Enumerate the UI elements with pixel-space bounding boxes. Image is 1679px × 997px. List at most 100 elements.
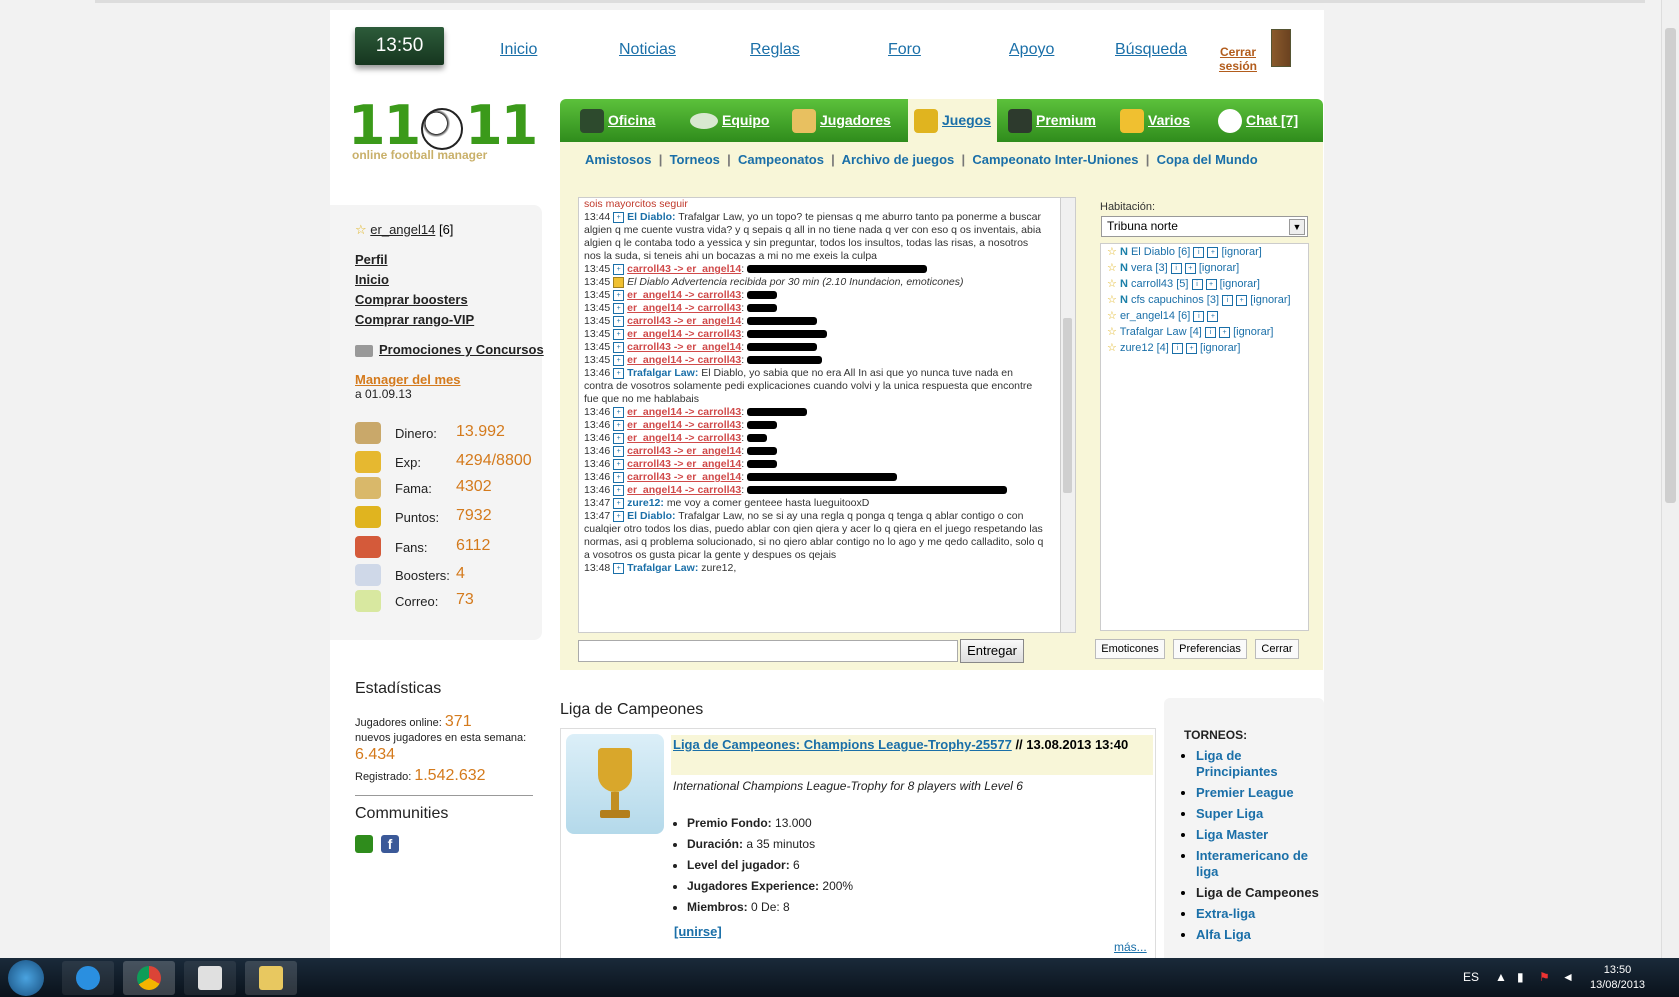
ignore-link[interactable]: [ignorar]: [1200, 342, 1240, 354]
chat-user[interactable]: Trafalgar Law:: [627, 562, 698, 574]
chat-user[interactable]: El Diablo:: [627, 510, 675, 522]
sidebar-perfil[interactable]: Perfil: [355, 252, 388, 267]
flag-icon[interactable]: ⚑: [1539, 970, 1550, 984]
private-message-link[interactable]: er_angel14 -> carroll43: [627, 406, 741, 418]
expand-icon[interactable]: +: [613, 302, 625, 314]
chat-scrollbar[interactable]: [1060, 197, 1076, 633]
more-link[interactable]: más...: [1114, 940, 1147, 954]
torneo-link[interactable]: Extra-liga: [1196, 906, 1255, 921]
main-nav-juegos[interactable]: Juegos: [908, 99, 998, 142]
torneo-item[interactable]: Super Liga: [1196, 806, 1326, 822]
facebook-icon[interactable]: f: [381, 835, 399, 853]
chat-user-name[interactable]: El Diablo [6]: [1131, 246, 1190, 258]
expand-icon[interactable]: +: [613, 406, 625, 418]
main-nav-varios[interactable]: Varios: [1120, 99, 1190, 142]
language-indicator[interactable]: ES: [1463, 970, 1479, 984]
chevron-down-icon[interactable]: ▼: [1289, 219, 1305, 235]
send-button[interactable]: Entregar: [960, 639, 1024, 663]
expand-icon[interactable]: +: [613, 471, 625, 483]
expand-icon[interactable]: +: [613, 328, 625, 340]
chat-user-name[interactable]: zure12 [4]: [1120, 342, 1169, 354]
chat-user-name[interactable]: cfs capuchinos [3]: [1131, 294, 1219, 306]
expand-icon[interactable]: +: [613, 367, 625, 379]
sub-nav-archivo[interactable]: Archivo de juegos: [842, 152, 955, 167]
main-nav-jugadores[interactable]: Jugadores: [792, 99, 891, 142]
start-button-icon[interactable]: [8, 960, 44, 996]
message-icon[interactable]: +: [1207, 310, 1219, 322]
expand-icon[interactable]: +: [613, 341, 625, 353]
torneo-link[interactable]: Liga de Principiantes: [1196, 748, 1278, 779]
sub-nav-inter-uniones[interactable]: Campeonato Inter-Uniones: [972, 152, 1138, 167]
message-icon[interactable]: +: [1236, 294, 1248, 306]
main-nav-chat[interactable]: Chat [7]: [1218, 99, 1298, 142]
private-message-link[interactable]: er_angel14 -> carroll43: [627, 419, 741, 431]
private-message-link[interactable]: carroll43 -> er_angel14: [627, 263, 741, 275]
expand-icon[interactable]: +: [613, 289, 625, 301]
expand-icon[interactable]: +: [613, 458, 625, 470]
expand-icon[interactable]: +: [613, 510, 625, 522]
taskbar-clock[interactable]: 13:50 13/08/2013: [1590, 963, 1645, 993]
manager-of-month-link[interactable]: Manager del mes: [355, 372, 461, 387]
expand-icon[interactable]: +: [613, 497, 625, 509]
info-icon[interactable]: i: [1171, 342, 1183, 354]
torneo-item[interactable]: Alfa Liga: [1196, 927, 1326, 943]
expand-icon[interactable]: +: [613, 445, 625, 457]
tray-arrow-icon[interactable]: ▲: [1495, 970, 1507, 984]
torneo-item[interactable]: Interamericano de liga: [1196, 848, 1326, 880]
message-icon[interactable]: +: [1207, 246, 1219, 258]
door-icon[interactable]: [1271, 29, 1291, 67]
chat-user-name[interactable]: vera [3]: [1131, 262, 1168, 274]
close-chat-button[interactable]: Cerrar: [1255, 639, 1299, 659]
private-message-link[interactable]: er_angel14 -> carroll43: [627, 484, 741, 496]
expand-icon[interactable]: +: [613, 562, 625, 574]
message-icon[interactable]: +: [1184, 262, 1196, 274]
top-nav-noticias[interactable]: Noticias: [619, 41, 676, 59]
torneo-link[interactable]: Premier League: [1196, 785, 1294, 800]
info-icon[interactable]: i: [1193, 310, 1205, 322]
ignore-link[interactable]: [ignorar]: [1221, 246, 1261, 258]
torneo-item[interactable]: Liga Master: [1196, 827, 1326, 843]
info-icon[interactable]: i: [1191, 278, 1203, 290]
expand-icon[interactable]: +: [613, 211, 625, 223]
expand-icon[interactable]: +: [613, 315, 625, 327]
ignore-link[interactable]: [ignorar]: [1220, 278, 1260, 290]
chat-user[interactable]: zure12:: [627, 497, 664, 509]
ignore-link[interactable]: [ignorar]: [1233, 326, 1273, 338]
volume-icon[interactable]: ◄: [1562, 970, 1574, 984]
torneo-link[interactable]: Liga Master: [1196, 827, 1268, 842]
taskbar-explorer[interactable]: [245, 961, 297, 995]
top-nav-busqueda[interactable]: Búsqueda: [1115, 41, 1187, 59]
private-message-link[interactable]: carroll43 -> er_angel14: [627, 458, 741, 470]
private-message-link[interactable]: er_angel14 -> carroll43: [627, 354, 741, 366]
taskbar-media[interactable]: [184, 961, 236, 995]
page-scrollbar[interactable]: [1661, 0, 1679, 958]
top-nav-foro[interactable]: Foro: [888, 41, 921, 59]
main-nav-equipo[interactable]: Equipo: [690, 99, 769, 142]
private-message-link[interactable]: carroll43 -> er_angel14: [627, 471, 741, 483]
message-icon[interactable]: +: [1205, 278, 1217, 290]
torneo-item[interactable]: Premier League: [1196, 785, 1326, 801]
logout-link[interactable]: Cerrar sesión: [1217, 45, 1259, 73]
torneo-item[interactable]: Extra-liga: [1196, 906, 1326, 922]
chat-messages[interactable]: sois mayorcitos seguir 13:44 + El Diablo:…: [578, 197, 1062, 633]
expand-icon[interactable]: +: [613, 263, 625, 275]
chat-scrollbar-thumb[interactable]: [1063, 318, 1072, 493]
private-message-link[interactable]: carroll43 -> er_angel14: [627, 445, 741, 457]
sidebar-comprar-boosters[interactable]: Comprar boosters: [355, 292, 468, 307]
ignore-link[interactable]: [ignorar]: [1199, 262, 1239, 274]
chat-user[interactable]: El Diablo:: [627, 211, 675, 223]
ignore-link[interactable]: [ignorar]: [1250, 294, 1290, 306]
sidebar-inicio[interactable]: Inicio: [355, 272, 389, 287]
expand-icon[interactable]: +: [613, 419, 625, 431]
torneo-item[interactable]: Liga de Principiantes: [1196, 748, 1326, 780]
info-icon[interactable]: i: [1193, 246, 1205, 258]
private-message-link[interactable]: er_angel14 -> carroll43: [627, 432, 741, 444]
sub-nav-campeonatos[interactable]: Campeonatos: [738, 152, 824, 167]
private-message-link[interactable]: carroll43 -> er_angel14: [627, 315, 741, 327]
main-nav-premium[interactable]: Premium: [1008, 99, 1096, 142]
signal-icon[interactable]: ▮: [1517, 970, 1524, 984]
soccer-community-icon[interactable]: [355, 835, 373, 853]
expand-icon[interactable]: +: [613, 484, 625, 496]
page-scrollbar-thumb[interactable]: [1665, 28, 1676, 503]
private-message-link[interactable]: er_angel14 -> carroll43: [627, 328, 741, 340]
